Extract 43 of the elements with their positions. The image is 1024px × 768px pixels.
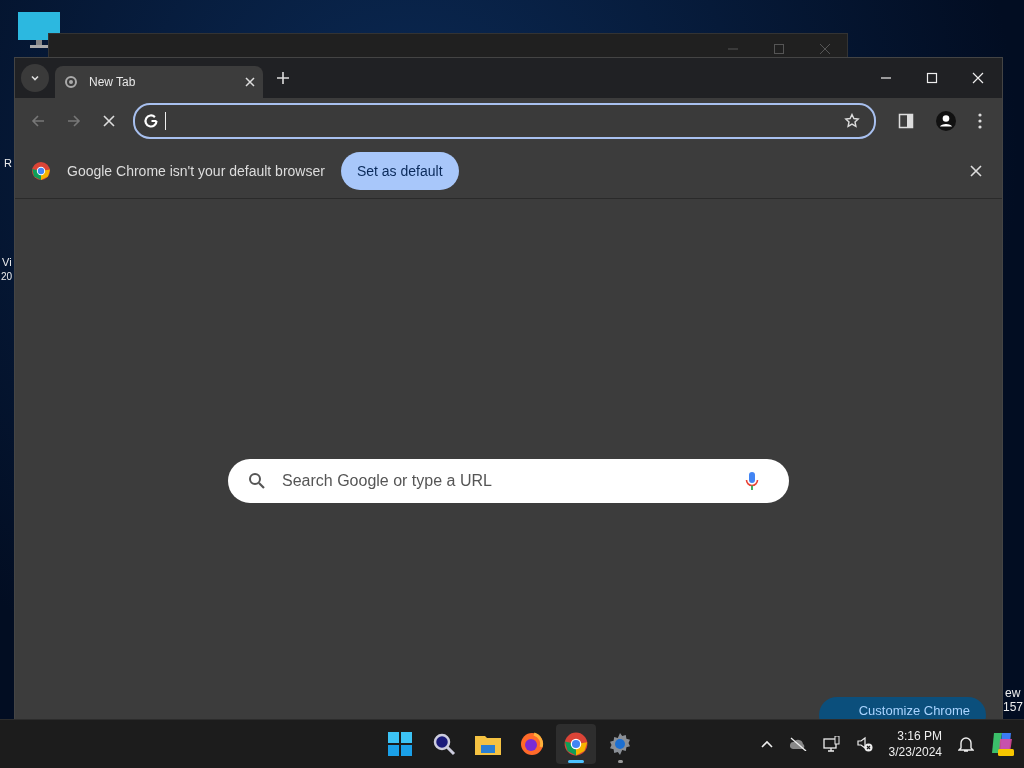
chrome-logo-icon	[31, 160, 51, 181]
new-tab-icon[interactable]	[277, 72, 289, 84]
bookmark-star-icon[interactable]	[844, 112, 860, 129]
side-panel-icon[interactable]	[898, 112, 914, 129]
magnifier-icon	[432, 732, 456, 756]
set-as-default-button[interactable]: Set as default	[340, 151, 459, 190]
computer-icon	[18, 12, 60, 48]
search-icon	[248, 472, 266, 490]
gear-icon	[608, 732, 632, 756]
search-field[interactable]: Search Google or type a URL	[228, 459, 789, 503]
google-g-icon	[143, 112, 159, 129]
folder-icon	[475, 733, 501, 755]
chrome-logo-icon	[65, 76, 77, 88]
microphone-icon[interactable]	[745, 471, 759, 491]
speaker-muted-icon[interactable]	[856, 736, 873, 752]
network-icon[interactable]	[822, 736, 841, 752]
desktop-icon-label: R	[4, 156, 12, 170]
clock[interactable]: 3:16 PM 3/23/2024	[888, 728, 942, 760]
tab-title: New Tab	[89, 75, 137, 89]
cloud-offline-icon[interactable]	[788, 737, 807, 751]
chevron-down-icon	[30, 73, 40, 83]
profile-icon[interactable]	[936, 110, 956, 131]
firefox-icon	[520, 732, 544, 756]
desktop-icon-label: 157	[1003, 700, 1024, 714]
menu-icon[interactable]	[978, 112, 982, 129]
windows-logo-icon	[388, 732, 412, 756]
stop-icon[interactable]	[103, 114, 115, 127]
default-browser-message: Google Chrome isn't your default browser	[67, 162, 325, 179]
taskbar-app-button[interactable]	[556, 724, 596, 764]
chrome-logo-icon	[564, 732, 588, 756]
tab-search-button[interactable]	[21, 64, 49, 92]
address-bar[interactable]	[133, 102, 876, 139]
desktop-icon-label: 20	[1, 270, 13, 284]
bell-icon[interactable]	[958, 735, 974, 753]
clock-date: 3/23/2024	[888, 744, 942, 760]
search-input[interactable]: Search Google or type a URL	[280, 471, 731, 491]
desktop-icon-label: Vi	[2, 255, 12, 269]
browser-tab[interactable]: New Tab	[55, 66, 263, 98]
copilot-icon[interactable]	[990, 731, 1016, 757]
chevron-up-icon[interactable]	[760, 740, 773, 748]
customize-chrome-button[interactable]: Customize Chrome	[818, 697, 986, 719]
desktop-icon-label: ew	[1005, 686, 1021, 700]
clock-time: 3:16 PM	[897, 728, 942, 744]
